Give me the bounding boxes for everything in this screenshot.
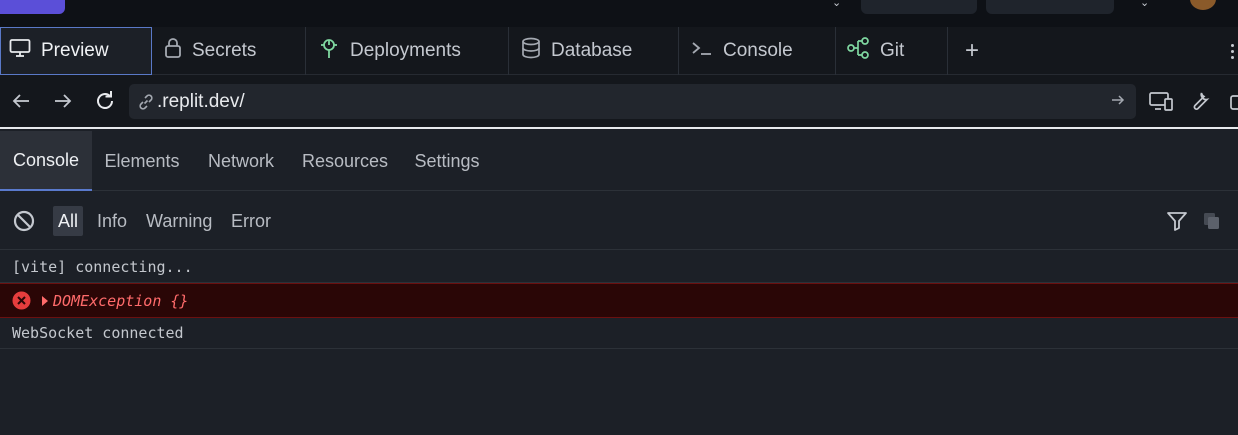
devtab-console[interactable]: Console xyxy=(0,131,92,191)
tab-console[interactable]: Console xyxy=(679,27,836,75)
dropdown-icon[interactable]: ⌄ xyxy=(1140,0,1149,9)
back-button[interactable] xyxy=(5,85,37,117)
device-button[interactable] xyxy=(1145,85,1177,117)
tab-label: Preview xyxy=(41,40,109,61)
log-text: [vite] connecting... xyxy=(12,257,193,276)
tab-label: Git xyxy=(880,40,905,61)
filter-info[interactable]: Info xyxy=(92,206,132,236)
wrench-icon xyxy=(1193,92,1210,110)
more-icon[interactable] xyxy=(1226,27,1238,75)
arrow-left-icon xyxy=(12,94,29,108)
forward-button[interactable] xyxy=(47,85,79,117)
log-line-error: DOMException {} xyxy=(0,283,1238,318)
header-control-2[interactable] xyxy=(986,0,1114,14)
lock-icon xyxy=(164,37,182,65)
open-new-tab-button[interactable] xyxy=(1222,85,1238,117)
tab-git[interactable]: Git xyxy=(836,27,948,75)
avatar[interactable] xyxy=(1190,0,1216,10)
error-icon xyxy=(12,291,31,310)
devtools-button[interactable] xyxy=(1183,85,1215,117)
header-control[interactable] xyxy=(861,0,977,14)
filter-all[interactable]: All xyxy=(53,206,84,236)
link-icon xyxy=(137,93,155,111)
tab-label: Secrets xyxy=(192,40,257,61)
devtab-settings[interactable]: Settings xyxy=(400,131,494,191)
reload-button[interactable] xyxy=(89,85,121,117)
console-filterbar: All Info Warning Error xyxy=(0,192,1238,250)
devtab-resources[interactable]: Resources xyxy=(290,131,400,191)
log-line: WebSocket connected xyxy=(0,318,1238,349)
workspace-tabbar: Preview Secrets Deployments Database Con… xyxy=(0,27,1238,75)
deploy-icon xyxy=(318,37,340,65)
expand-caret-icon[interactable] xyxy=(41,295,49,307)
devtools-tabbar: Console Elements Network Resources Setti… xyxy=(0,131,1238,191)
tab-secrets[interactable]: Secrets xyxy=(152,27,306,75)
url-text: .replit.dev/ xyxy=(157,90,245,112)
copy-icon[interactable] xyxy=(1202,211,1222,236)
devices-icon xyxy=(1149,92,1173,111)
git-icon xyxy=(846,37,870,65)
database-icon xyxy=(521,37,541,65)
monitor-icon xyxy=(9,38,31,64)
log-text[interactable]: DOMException {} xyxy=(53,292,188,310)
tab-deployments[interactable]: Deployments xyxy=(306,27,509,75)
devtab-elements[interactable]: Elements xyxy=(92,131,192,191)
url-field[interactable]: .replit.dev/ xyxy=(129,84,1136,119)
go-arrow-icon[interactable] xyxy=(1110,92,1126,114)
tab-preview[interactable]: Preview xyxy=(0,27,152,75)
clear-console-icon[interactable] xyxy=(12,209,36,233)
preview-urlbar: .replit.dev/ xyxy=(0,75,1238,129)
tab-label: Console xyxy=(723,40,793,61)
tab-label: Database xyxy=(551,40,633,61)
reload-icon xyxy=(97,91,113,109)
workspace-header: ⌄ ⌄ xyxy=(0,0,1238,27)
filter-icon[interactable] xyxy=(1166,210,1188,237)
log-text: WebSocket connected xyxy=(12,324,184,342)
tab-label: Deployments xyxy=(350,40,461,61)
filter-error[interactable]: Error xyxy=(226,206,276,236)
add-tab-button[interactable]: + xyxy=(948,27,996,75)
arrow-right-icon xyxy=(55,94,72,108)
run-button[interactable] xyxy=(0,0,65,14)
tab-database[interactable]: Database xyxy=(509,27,679,75)
chevron-icon[interactable]: ⌄ xyxy=(832,0,841,9)
devtab-network[interactable]: Network xyxy=(192,131,290,191)
external-link-icon xyxy=(1230,95,1238,110)
terminal-icon xyxy=(691,38,713,64)
filter-warning[interactable]: Warning xyxy=(141,206,217,236)
log-line: [vite] connecting... xyxy=(0,251,1238,283)
